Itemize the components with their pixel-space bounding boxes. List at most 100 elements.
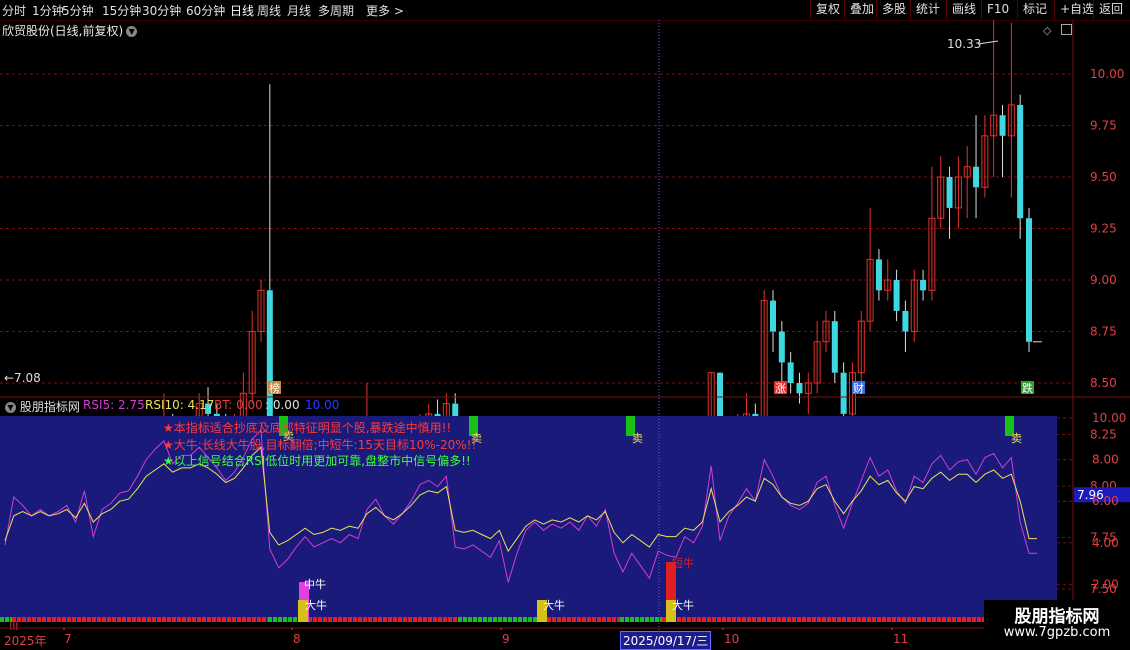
baseline-signal (232, 617, 236, 622)
low-price-label: ←7.08 (4, 371, 41, 385)
baseline-signal (572, 617, 576, 622)
baseline-signal (977, 617, 981, 622)
baseline-signal (737, 617, 741, 622)
baseline-signal (762, 617, 766, 622)
baseline-signal (398, 617, 402, 622)
baseline-signal (630, 617, 634, 622)
period-tab[interactable]: 更多 > (366, 2, 404, 19)
baseline-signal (887, 617, 891, 622)
baseline-signal (252, 617, 256, 622)
period-tab[interactable]: 周线 (257, 2, 281, 19)
period-tab[interactable]: 30分钟 (142, 2, 181, 19)
baseline-signal (635, 617, 639, 622)
baseline-signal (645, 617, 649, 622)
baseline-signal (318, 617, 322, 622)
baseline-signal (443, 617, 447, 622)
baseline-signal (162, 617, 166, 622)
baseline-signal (493, 617, 497, 622)
toolbar-button[interactable]: 返回 (1093, 0, 1130, 19)
period-tab[interactable]: 日线 (230, 2, 254, 19)
baseline-signal (742, 617, 746, 622)
baseline-signal (463, 617, 467, 622)
baseline-signal (822, 617, 826, 622)
period-tab[interactable]: 1分钟 (32, 2, 64, 19)
baseline-signal (787, 617, 791, 622)
baseline-signal (867, 617, 871, 622)
toolbar-button[interactable]: 画线 (946, 0, 981, 19)
period-tab[interactable]: 15分钟 (102, 2, 141, 19)
baseline-signal (92, 617, 96, 622)
baseline-signal (177, 617, 181, 622)
period-tab[interactable]: 60分钟 (186, 2, 225, 19)
baseline-signal (167, 617, 171, 622)
baseline-signal (283, 617, 287, 622)
baseline-signal (942, 617, 946, 622)
baseline-signal (418, 617, 422, 622)
period-tab[interactable]: 月线 (287, 2, 311, 19)
toolbar-button[interactable]: 标记 (1017, 0, 1054, 19)
baseline-signal (378, 617, 382, 622)
baseline-signal (752, 617, 756, 622)
baseline-signal (547, 617, 551, 622)
baseline-signal (912, 617, 916, 622)
price-tick: 8.75 (1090, 325, 1117, 339)
baseline-signal (107, 617, 111, 622)
baseline-signal (458, 617, 462, 622)
high-price-label: 10.33 (947, 37, 981, 51)
baseline-signal (227, 617, 231, 622)
note-line-1: ★本指标适合抄底及底部特征明显个股,暴跌途中慎用!! (163, 421, 452, 435)
baseline-signal (408, 617, 412, 622)
time-label-sep: 9 (502, 632, 510, 646)
candle-body (893, 280, 900, 311)
baseline-signal (712, 617, 716, 622)
indicator-tick: 8.00 (1092, 453, 1119, 467)
sell-signal-label: 卖 (632, 432, 643, 445)
baseline-signal (212, 617, 216, 622)
baseline-signal (842, 617, 846, 622)
candle-body (796, 383, 803, 394)
candle-body (778, 331, 785, 363)
baseline-signal (32, 617, 36, 622)
toolbar-button[interactable]: +自选 (1054, 0, 1094, 19)
baseline-signal (57, 617, 61, 622)
period-tab[interactable]: 多周期 (318, 2, 354, 19)
baseline-signal (662, 617, 666, 622)
toolbar-button[interactable]: 多股 (876, 0, 910, 19)
baseline-signal (817, 617, 821, 622)
indicator-tick: 10.00 (1092, 411, 1126, 425)
baseline-signal (847, 617, 851, 622)
period-tab[interactable]: 5分钟 (62, 2, 94, 19)
baseline-signal (47, 617, 51, 622)
watermark-url: www.7gpzb.com (1003, 625, 1111, 640)
baseline-signal (122, 617, 126, 622)
period-tab[interactable]: 分时 (2, 2, 26, 19)
baseline-signal (12, 617, 16, 622)
baseline-signal (917, 617, 921, 622)
toolbar-button[interactable]: F10 (981, 0, 1017, 19)
baseline-signal (67, 617, 71, 622)
baseline-signal (237, 617, 241, 622)
toolbar-button[interactable]: 叠加 (844, 0, 876, 19)
baseline-signal (552, 617, 556, 622)
baseline-signal (877, 617, 881, 622)
chevron-down-icon[interactable]: ▼ (5, 402, 16, 413)
baseline-signal (503, 617, 507, 622)
baseline-signal (293, 617, 297, 622)
toolbar-button[interactable]: 统计 (910, 0, 946, 19)
price-tick: 8.25 (1090, 428, 1117, 442)
toolbar-button[interactable]: 复权 (810, 0, 844, 19)
indicator-header[interactable]: ▼ 股朋指标网 (2, 398, 80, 415)
big-bull-label: 大牛 (543, 598, 565, 612)
baseline-signal (937, 617, 941, 622)
baseline-signal (87, 617, 91, 622)
baseline-signal (157, 617, 161, 622)
baseline-signal (862, 617, 866, 622)
period-toolbar: 分时 1分钟 5分钟 15分钟 30分钟 60分钟 日线 周线 月线 多周期 更多 > 复权 叠加 多股统… (0, 0, 1130, 21)
baseline-signal (348, 617, 352, 622)
baseline-signal (313, 617, 317, 622)
baseline-signal (767, 617, 771, 622)
baseline-signal (882, 617, 886, 622)
baseline-signal (757, 617, 761, 622)
baseline-signal (557, 617, 561, 622)
baseline-signal (697, 617, 701, 622)
